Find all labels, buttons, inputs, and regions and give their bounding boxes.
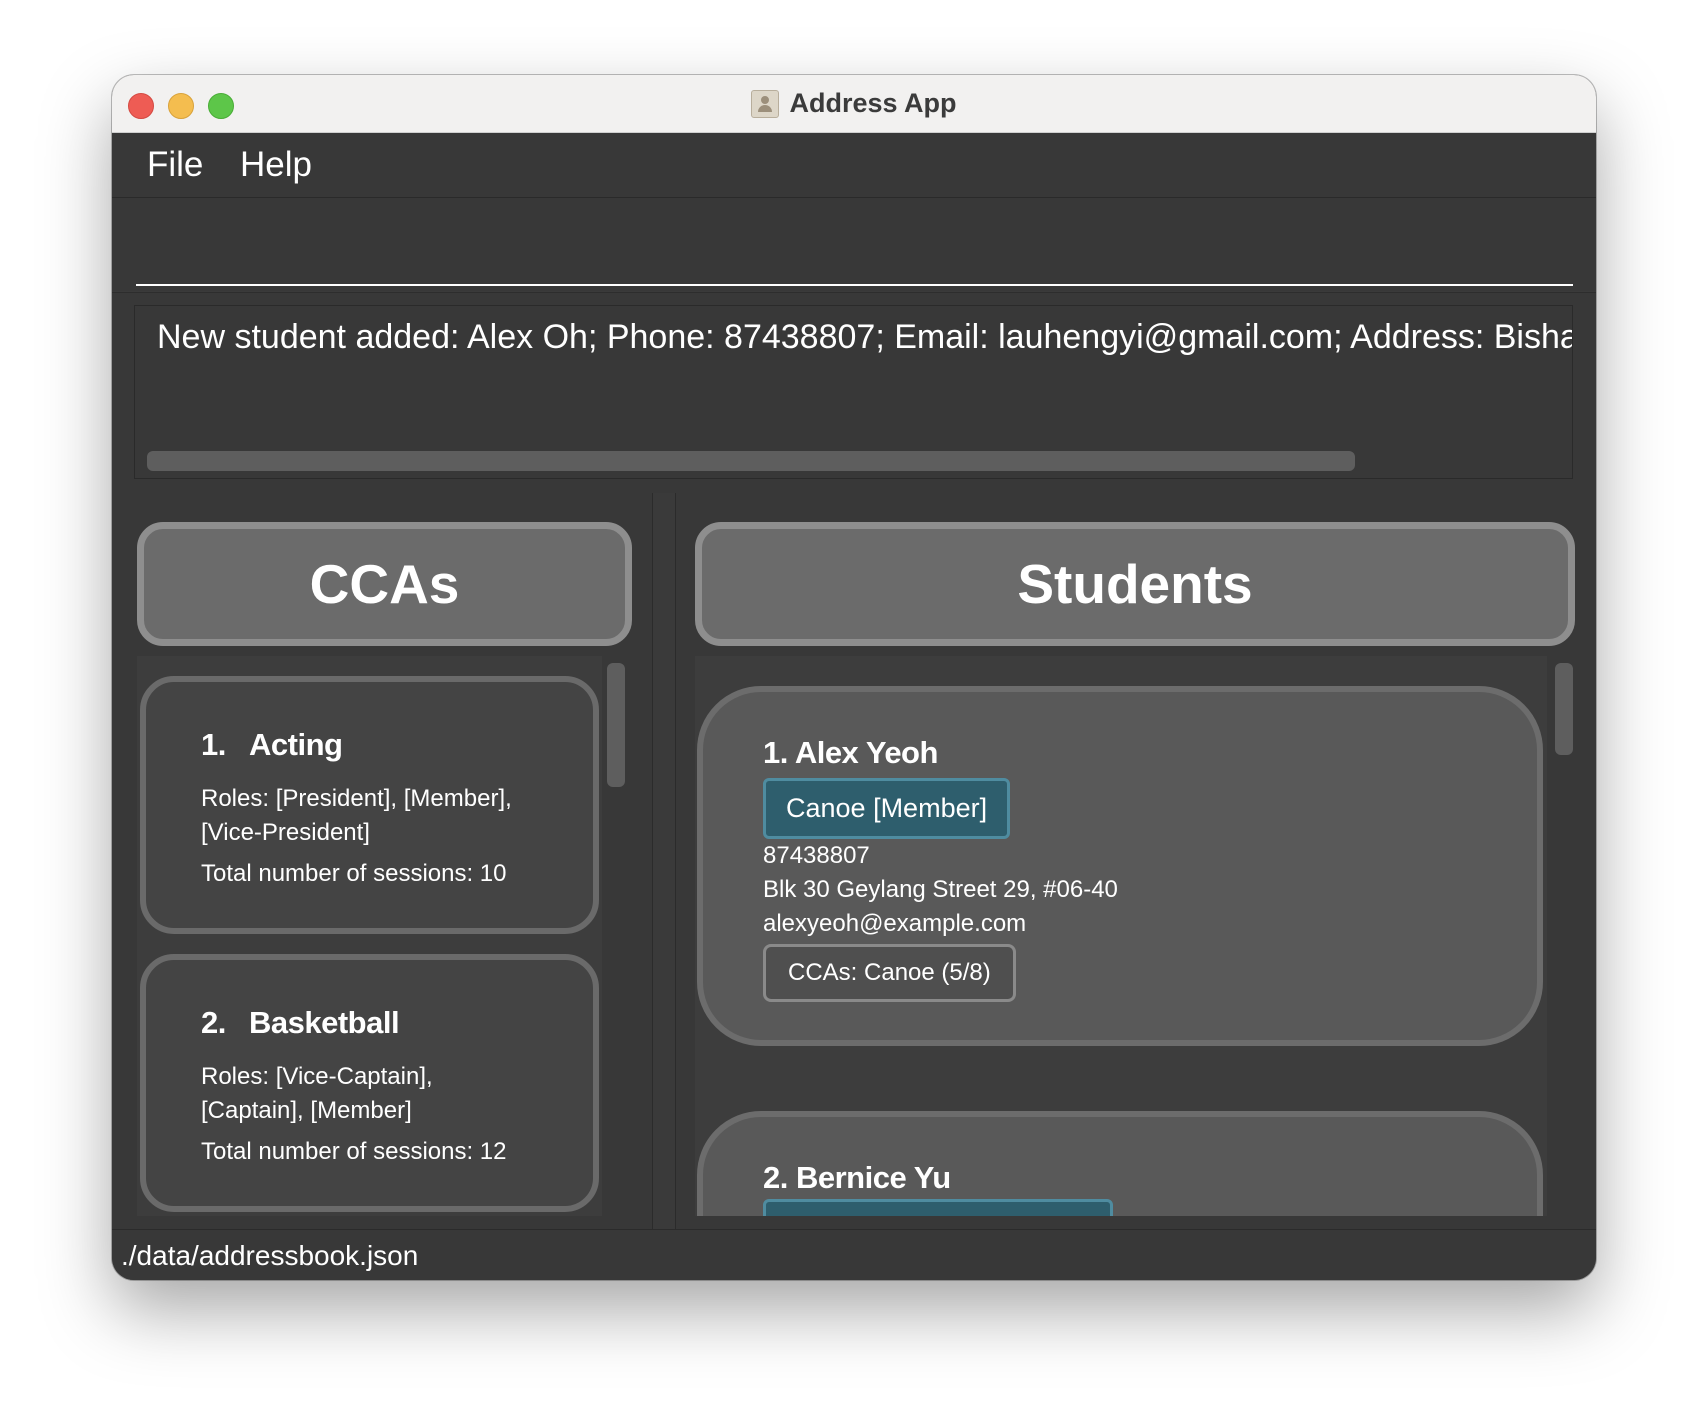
cca-sessions: Total number of sessions: 10 [201, 860, 507, 887]
command-input[interactable] [136, 198, 1573, 286]
cca-index: 1. [201, 727, 226, 762]
cca-list[interactable]: 1. Acting Roles: [President], [Member], [… [137, 656, 602, 1216]
cca-title: 1. Acting [201, 727, 343, 763]
cca-list-scrollbar[interactable] [607, 663, 625, 787]
student-tag [763, 1199, 1113, 1216]
result-text-area[interactable]: New student added: Alex Oh; Phone: 87438… [134, 305, 1573, 479]
cca-card[interactable]: 1. Acting Roles: [President], [Member], [… [140, 676, 599, 934]
student-cca-attendance: CCAs: Canoe (5/8) [763, 944, 1016, 1002]
cca-card[interactable]: 2. Basketball Roles: [Vice-Captain], [Cap… [140, 954, 599, 1212]
window-title-wrap: Address App [112, 75, 1596, 132]
app-window: Address App File Help New student added:… [112, 75, 1596, 1280]
panel-divider[interactable] [652, 493, 676, 1229]
student-card[interactable]: 1. Alex Yeoh Canoe [Member] 87438807 Blk… [697, 686, 1543, 1046]
data-file-path: ./data/addressbook.json [121, 1240, 419, 1271]
title-bar: Address App [112, 75, 1596, 133]
cca-title: 2. Basketball [201, 1005, 400, 1041]
student-name: 2. Bernice Yu [763, 1160, 951, 1195]
student-list[interactable]: 1. Alex Yeoh Canoe [Member] 87438807 Blk… [695, 656, 1547, 1216]
cca-roles: Roles: [President], [Member], [Vice-Pres… [201, 785, 512, 846]
student-email: alexyeoh@example.com [763, 910, 1027, 937]
status-bar: ./data/addressbook.json [112, 1229, 1596, 1280]
student-address: Blk 30 Geylang Street 29, #06-40 [763, 876, 1118, 903]
cca-roles: Roles: [Vice-Captain], [Captain], [Membe… [201, 1063, 433, 1124]
cca-name: Acting [249, 727, 343, 762]
menu-help[interactable]: Help [240, 145, 312, 185]
result-horizontal-scrollbar[interactable] [147, 451, 1355, 471]
student-list-scrollbar[interactable] [1555, 663, 1573, 755]
cca-name: Basketball [249, 1005, 400, 1040]
student-card[interactable]: 2. Bernice Yu [697, 1111, 1543, 1216]
student-name: 1. Alex Yeoh [763, 735, 938, 770]
cca-sessions: Total number of sessions: 12 [201, 1138, 507, 1165]
cca-index: 2. [201, 1005, 226, 1040]
student-phone: 87438807 [763, 842, 870, 869]
menu-bar: File Help [112, 133, 1596, 198]
contact-card-icon [751, 89, 780, 118]
cca-panel-header: CCAs [137, 522, 632, 646]
menu-file[interactable]: File [147, 145, 203, 185]
student-tag: Canoe [Member] [763, 778, 1011, 839]
student-panel-header: Students [695, 522, 1575, 646]
command-box [112, 198, 1596, 291]
result-message: New student added: Alex Oh; Phone: 87438… [157, 318, 1573, 356]
result-display: New student added: Alex Oh; Phone: 87438… [112, 292, 1596, 494]
window-title: Address App [789, 88, 957, 118]
main-panels: CCAs 1. Acting Roles: [President], [Membe… [112, 493, 1596, 1229]
